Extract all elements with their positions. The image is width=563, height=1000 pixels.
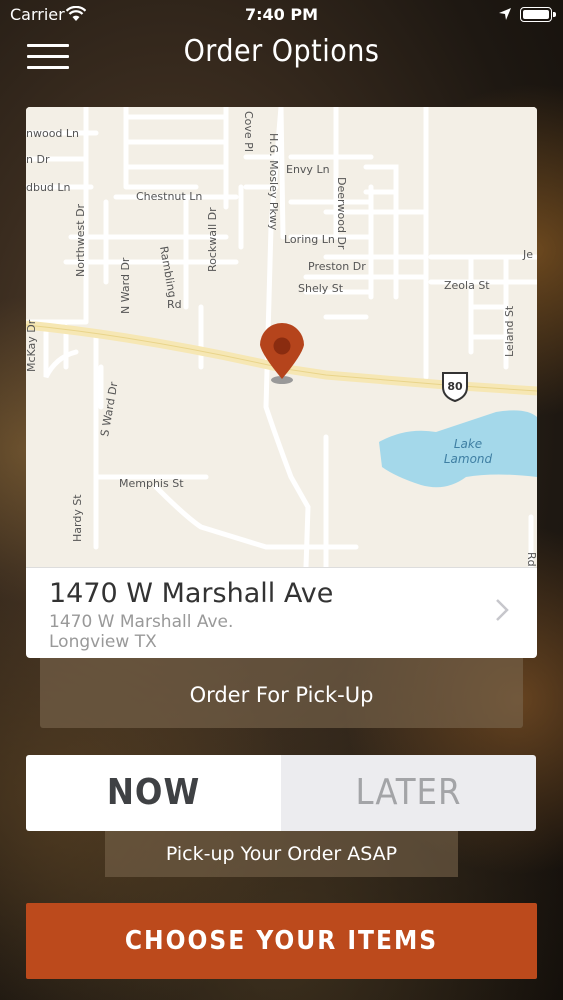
battery-icon [520, 7, 556, 22]
chevron-right-icon [496, 599, 509, 621]
map-label: McKay Dr [26, 319, 38, 372]
highway-shield-icon: 80 [442, 372, 468, 403]
map-label: Rd [167, 298, 182, 311]
status-time: 7:40 PM [244, 5, 318, 24]
map-canvas: nwood Ln n Dr dbud Ln Chestnut Ln Envy L… [26, 107, 537, 567]
address-title: 1470 W Marshall Ave [49, 578, 334, 609]
timing-segmented-control: NOW LATER [26, 755, 536, 831]
later-option[interactable]: LATER [281, 755, 536, 831]
map-label: Rockwall Dr [206, 207, 219, 272]
address-line-1: 1470 W Marshall Ave. [49, 612, 234, 632]
asap-label: Pick-up Your Order ASAP [105, 831, 458, 877]
map-label: N Ward Dr [119, 257, 132, 314]
status-bar: Carrier 7:40 PM [0, 0, 563, 30]
now-option[interactable]: NOW [26, 755, 281, 831]
location-card: nwood Ln n Dr dbud Ln Chestnut Ln Envy L… [26, 107, 537, 658]
location-arrow-icon [499, 8, 511, 20]
map-label: Cove Pl [242, 111, 255, 152]
address-line-2: Longview TX [49, 632, 157, 652]
map-label: Zeola St [444, 279, 490, 292]
map-label: Loring Ln [284, 233, 335, 246]
order-for-pickup-button[interactable]: Order For Pick-Up [40, 658, 523, 728]
map-label: Je [522, 248, 533, 261]
map-label: Shely St [298, 282, 344, 295]
map-label: Preston Dr [308, 260, 366, 273]
map-label: Chestnut Ln [136, 190, 202, 203]
map-label: dbud Ln [26, 181, 71, 194]
map-label: n Dr [26, 153, 50, 166]
map-label: Memphis St [119, 477, 184, 490]
lake-label: Lamond [444, 452, 493, 466]
map-label: Envy Ln [286, 163, 330, 176]
page-title: Order Options [183, 34, 380, 69]
map-label: Northwest Dr [74, 203, 87, 277]
map-label: nwood Ln [26, 127, 79, 140]
svg-text:80: 80 [447, 380, 463, 393]
address-row[interactable]: 1470 W Marshall Ave 1470 W Marshall Ave.… [26, 567, 537, 658]
map-label: Deerwood Dr [335, 177, 348, 250]
map-label: Leland St [503, 305, 516, 357]
map-label: Hardy St [71, 494, 84, 542]
choose-your-items-button[interactable]: CHOOSE YOUR ITEMS [26, 903, 537, 979]
map-label: Rd [525, 552, 537, 567]
lake-label: Lake [454, 437, 482, 451]
map-view[interactable]: nwood Ln n Dr dbud Ln Chestnut Ln Envy L… [26, 107, 537, 567]
map-label: H.G. Mosley Pkwy [267, 133, 280, 231]
